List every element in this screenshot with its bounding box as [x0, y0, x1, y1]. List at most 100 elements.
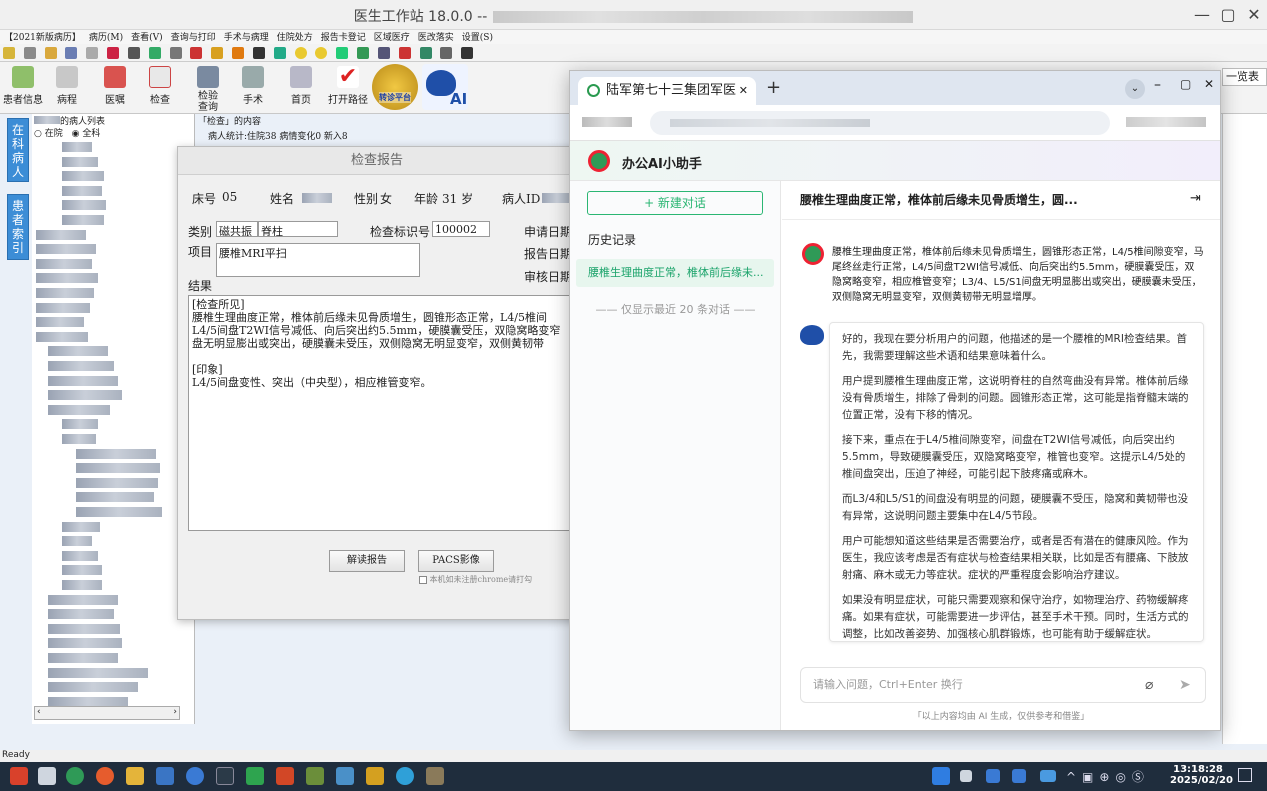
tool-icon[interactable]: [336, 47, 349, 59]
system-tray-icons[interactable]: ^▣⊕◎Ⓢ: [1066, 768, 1150, 785]
menu-item[interactable]: 病历(M): [89, 33, 123, 43]
result-textarea[interactable]: [检查所见] 腰椎生理曲度正常，椎体前后缘未见骨质增生，圆锥形态正常，L4/5椎…: [188, 295, 578, 531]
redacted-tree-row[interactable]: [48, 609, 114, 620]
ai-button[interactable]: AI: [422, 64, 468, 110]
clock[interactable]: 13:18:28 2025/02/20: [1170, 764, 1233, 786]
redacted-tree-row[interactable]: [48, 682, 138, 693]
redacted-tree-row[interactable]: [62, 565, 102, 576]
redacted-tree-row[interactable]: [48, 346, 108, 357]
pacs-button[interactable]: PACS影像: [418, 550, 494, 572]
redacted-tree-row[interactable]: [36, 244, 96, 255]
app-icon[interactable]: [96, 767, 114, 785]
lab-query-button[interactable]: 检验查询: [186, 64, 230, 113]
redacted-tree-row[interactable]: [62, 156, 98, 167]
redacted-tree-row[interactable]: [76, 463, 160, 474]
menu-item[interactable]: 查看(V): [131, 33, 163, 43]
redacted-tree-row[interactable]: [48, 638, 122, 649]
redacted-tree-row[interactable]: [62, 550, 98, 561]
chrome-checkbox[interactable]: [419, 576, 427, 584]
redacted-tree-row[interactable]: [48, 653, 118, 663]
browser-tab[interactable]: 陆军第七十三集团军医 ✕: [578, 77, 756, 105]
chat-input[interactable]: 请输入问题，Ctrl+Enter 换行 ⌀ ➤: [800, 667, 1206, 703]
redacted-tree-row[interactable]: [62, 185, 102, 196]
exit-icon[interactable]: [461, 47, 474, 59]
patient-info-button[interactable]: 患者信息: [2, 64, 44, 106]
menu-item[interactable]: 报告卡登记: [321, 33, 366, 43]
notification-icon[interactable]: [1238, 768, 1252, 782]
redacted-tree-row[interactable]: [76, 507, 162, 517]
chart-icon[interactable]: [148, 47, 161, 59]
maximize-button[interactable]: ▢: [1216, 5, 1240, 24]
monitor-icon[interactable]: [377, 47, 390, 59]
pin-icon[interactable]: [398, 47, 411, 59]
menu-item[interactable]: 设置(S): [462, 33, 493, 43]
redacted-tree-row[interactable]: [36, 302, 90, 313]
redacted-tree-row[interactable]: [36, 317, 84, 328]
app-icon[interactable]: [306, 767, 324, 785]
redacted-tree-row[interactable]: [62, 419, 98, 430]
close-button[interactable]: ✕: [1242, 5, 1266, 24]
minimize-button[interactable]: —: [1190, 5, 1214, 24]
redacted-tree-row[interactable]: [36, 229, 86, 240]
arrow-right-icon[interactable]: [419, 47, 432, 59]
redacted-tree-row[interactable]: [76, 448, 156, 459]
scroll-left-icon[interactable]: ‹: [37, 707, 41, 717]
redacted-tree-row[interactable]: [62, 536, 92, 547]
browser-extensions-icon[interactable]: [1126, 117, 1206, 127]
table-icon[interactable]: [127, 47, 140, 59]
grid-icon[interactable]: [65, 47, 78, 59]
redacted-tree-row[interactable]: [48, 390, 122, 401]
item-field[interactable]: 腰椎MRI平扫: [216, 243, 420, 277]
bag-icon[interactable]: [357, 47, 370, 59]
new-tab-button[interactable]: +: [766, 77, 781, 98]
app-icon[interactable]: [426, 767, 444, 785]
menu-item[interactable]: 查询与打印: [171, 33, 216, 43]
redacted-tree-row[interactable]: [62, 171, 104, 182]
cloud-icon[interactable]: [1040, 770, 1056, 782]
menu-item[interactable]: 住院处方: [277, 33, 313, 43]
redacted-tree-row[interactable]: [48, 361, 114, 371]
play-icon[interactable]: [252, 47, 265, 59]
export-icon[interactable]: ⇥: [1190, 191, 1201, 206]
tab-in-hospital[interactable]: 在科病人: [7, 118, 29, 182]
clock-icon[interactable]: [169, 47, 182, 59]
check-icon[interactable]: [107, 47, 120, 59]
redacted-tree-row[interactable]: [48, 404, 110, 415]
address-bar[interactable]: [650, 111, 1110, 135]
link-icon[interactable]: [273, 47, 286, 59]
type-field-2[interactable]: 脊柱: [258, 221, 338, 237]
redacted-tree-row[interactable]: [48, 594, 118, 605]
tab-patient-index[interactable]: 患者索引: [7, 194, 29, 260]
surgery-button[interactable]: 手术: [232, 64, 274, 106]
settings-icon[interactable]: [440, 47, 453, 59]
browser-close-button[interactable]: ✕: [1204, 77, 1214, 91]
redacted-tree-row[interactable]: [48, 667, 148, 678]
tray-icon[interactable]: [932, 767, 950, 785]
open-path-button[interactable]: ✔ 打开路径: [325, 64, 371, 107]
redacted-tree-row[interactable]: [48, 375, 118, 386]
image-icon[interactable]: [336, 767, 354, 785]
tray-icon[interactable]: [1012, 769, 1026, 783]
browser-minimize-button[interactable]: –: [1154, 77, 1161, 93]
tab-close-icon[interactable]: ✕: [739, 77, 748, 105]
redacted-tree-row[interactable]: [36, 258, 92, 269]
redacted-tree-row[interactable]: [62, 580, 102, 590]
alert-icon[interactable]: [232, 47, 245, 59]
redacted-tree-row[interactable]: [76, 492, 154, 503]
menu-item[interactable]: 区域医疗: [374, 33, 410, 43]
new-chat-button[interactable]: + 新建对话: [587, 191, 763, 215]
presentation-icon[interactable]: [276, 767, 294, 785]
notebook-icon[interactable]: [3, 47, 15, 59]
type-field-1[interactable]: 磁共振: [216, 221, 258, 237]
overview-tab[interactable]: 一览表: [1222, 68, 1267, 86]
redacted-tree-row[interactable]: [62, 215, 104, 225]
course-button[interactable]: 病程: [46, 64, 88, 106]
attach-icon[interactable]: ⌀: [1145, 668, 1153, 702]
redacted-tree-row[interactable]: [76, 477, 158, 488]
doc-icon[interactable]: [86, 47, 99, 59]
orders-button[interactable]: 医嘱: [94, 64, 136, 106]
menu-item[interactable]: 【2021新版病历】: [4, 33, 81, 43]
app-icon[interactable]: [156, 767, 174, 785]
home-page-button[interactable]: 首页: [280, 64, 322, 106]
read-report-button[interactable]: 解读报告: [329, 550, 405, 572]
